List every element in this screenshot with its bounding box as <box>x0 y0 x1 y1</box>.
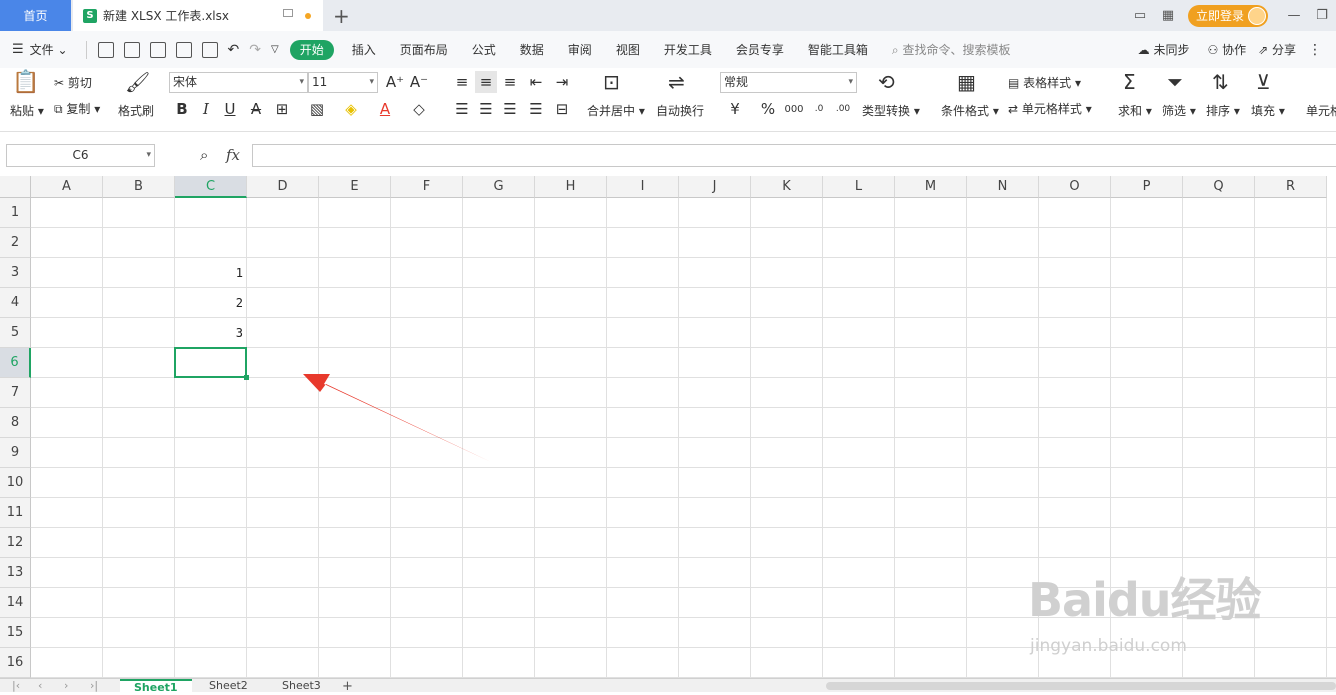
last-sheet-icon[interactable]: ›| <box>90 679 98 692</box>
baidu-watermark: Baidu经验 jingyan.baidu.com <box>1020 540 1320 670</box>
prev-sheet-icon[interactable]: ‹ <box>38 679 42 692</box>
sheet-tab-2[interactable]: Sheet2 <box>195 679 262 693</box>
next-sheet-icon[interactable]: › <box>64 679 68 692</box>
sheet-tab-1[interactable]: Sheet1 <box>120 679 192 694</box>
first-sheet-icon[interactable]: |‹ <box>12 679 20 692</box>
sheet-tabs-bar: |‹ ‹ › ›| Sheet1 Sheet2 Sheet3 + <box>0 678 1336 694</box>
watermark-url: jingyan.baidu.com <box>1030 636 1187 656</box>
arrow-shape <box>303 374 491 462</box>
horizontal-scrollbar[interactable] <box>826 682 1336 690</box>
watermark-logo: Baidu经验 <box>1028 573 1262 627</box>
sheet-tab-3[interactable]: Sheet3 <box>268 679 335 693</box>
